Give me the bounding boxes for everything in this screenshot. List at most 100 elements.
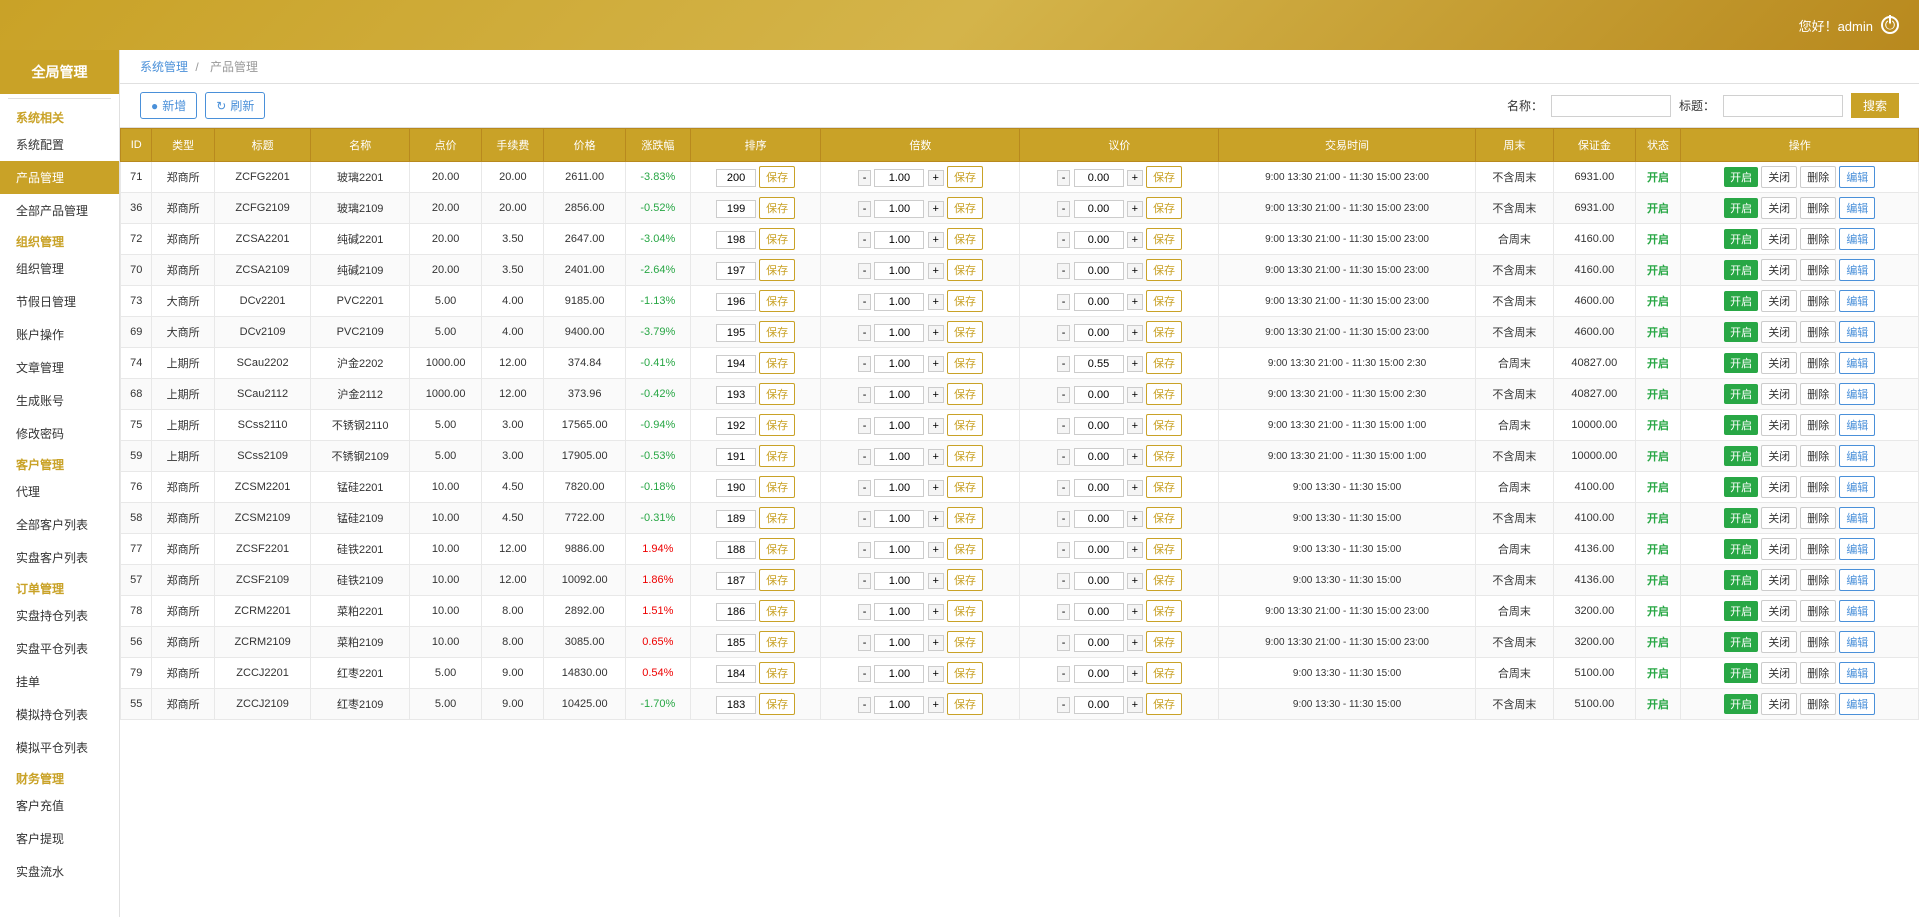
discuss-minus-button[interactable]: - <box>1057 387 1071 403</box>
multi-input[interactable] <box>874 541 924 559</box>
multi-minus-button[interactable]: - <box>858 449 872 465</box>
multi-save-button[interactable]: 保存 <box>947 228 983 250</box>
action-edit-button[interactable]: 编辑 <box>1839 321 1875 343</box>
discuss-save-button[interactable]: 保存 <box>1146 507 1182 529</box>
discuss-save-button[interactable]: 保存 <box>1146 445 1182 467</box>
discuss-plus-button[interactable]: + <box>1127 387 1143 403</box>
sidebar-item-real-closed[interactable]: 实盘平仓列表 <box>0 632 119 665</box>
add-button[interactable]: ● 新增 <box>140 92 197 119</box>
rank-save-button[interactable]: 保存 <box>759 662 795 684</box>
action-open-button[interactable]: 开启 <box>1724 663 1758 683</box>
multi-plus-button[interactable]: + <box>928 232 944 248</box>
action-open-button[interactable]: 开启 <box>1724 446 1758 466</box>
discuss-input[interactable] <box>1074 665 1124 683</box>
action-edit-button[interactable]: 编辑 <box>1839 476 1875 498</box>
discuss-minus-button[interactable]: - <box>1057 356 1071 372</box>
rank-input[interactable] <box>716 386 756 404</box>
multi-save-button[interactable]: 保存 <box>947 445 983 467</box>
action-edit-button[interactable]: 编辑 <box>1839 290 1875 312</box>
action-open-button[interactable]: 开启 <box>1724 167 1758 187</box>
multi-input[interactable] <box>874 262 924 280</box>
action-open-button[interactable]: 开启 <box>1724 570 1758 590</box>
multi-save-button[interactable]: 保存 <box>947 600 983 622</box>
multi-plus-button[interactable]: + <box>928 418 944 434</box>
multi-plus-button[interactable]: + <box>928 604 944 620</box>
discuss-save-button[interactable]: 保存 <box>1146 414 1182 436</box>
multi-plus-button[interactable]: + <box>928 573 944 589</box>
rank-save-button[interactable]: 保存 <box>759 693 795 715</box>
action-delete-button[interactable]: 删除 <box>1800 569 1836 591</box>
discuss-input[interactable] <box>1074 293 1124 311</box>
action-delete-button[interactable]: 删除 <box>1800 476 1836 498</box>
multi-minus-button[interactable]: - <box>858 418 872 434</box>
multi-plus-button[interactable]: + <box>928 635 944 651</box>
multi-save-button[interactable]: 保存 <box>947 352 983 374</box>
rank-save-button[interactable]: 保存 <box>759 507 795 529</box>
multi-minus-button[interactable]: - <box>858 170 872 186</box>
multi-save-button[interactable]: 保存 <box>947 166 983 188</box>
discuss-minus-button[interactable]: - <box>1057 573 1071 589</box>
rank-input[interactable] <box>716 541 756 559</box>
rank-input[interactable] <box>716 200 756 218</box>
rank-input[interactable] <box>716 603 756 621</box>
multi-save-button[interactable]: 保存 <box>947 383 983 405</box>
multi-input[interactable] <box>874 169 924 187</box>
discuss-input[interactable] <box>1074 417 1124 435</box>
discuss-plus-button[interactable]: + <box>1127 480 1143 496</box>
action-edit-button[interactable]: 编辑 <box>1839 197 1875 219</box>
discuss-input[interactable] <box>1074 603 1124 621</box>
discuss-save-button[interactable]: 保存 <box>1146 383 1182 405</box>
discuss-minus-button[interactable]: - <box>1057 263 1071 279</box>
sidebar-item-account-op[interactable]: 账户操作 <box>0 318 119 351</box>
rank-input[interactable] <box>716 355 756 373</box>
action-edit-button[interactable]: 编辑 <box>1839 414 1875 436</box>
multi-plus-button[interactable]: + <box>928 697 944 713</box>
action-close-button[interactable]: 关闭 <box>1761 290 1797 312</box>
multi-save-button[interactable]: 保存 <box>947 476 983 498</box>
discuss-save-button[interactable]: 保存 <box>1146 352 1182 374</box>
multi-save-button[interactable]: 保存 <box>947 290 983 312</box>
multi-minus-button[interactable]: - <box>858 294 872 310</box>
discuss-save-button[interactable]: 保存 <box>1146 631 1182 653</box>
multi-minus-button[interactable]: - <box>858 604 872 620</box>
action-edit-button[interactable]: 编辑 <box>1839 507 1875 529</box>
discuss-save-button[interactable]: 保存 <box>1146 538 1182 560</box>
rank-input[interactable] <box>716 293 756 311</box>
discuss-plus-button[interactable]: + <box>1127 232 1143 248</box>
sidebar-item-real-customer[interactable]: 实盘客户列表 <box>0 541 119 574</box>
sidebar-item-all-product[interactable]: 全部产品管理 <box>0 194 119 227</box>
discuss-input[interactable] <box>1074 479 1124 497</box>
discuss-save-button[interactable]: 保存 <box>1146 569 1182 591</box>
action-open-button[interactable]: 开启 <box>1724 384 1758 404</box>
discuss-input[interactable] <box>1074 355 1124 373</box>
discuss-minus-button[interactable]: - <box>1057 170 1071 186</box>
discuss-plus-button[interactable]: + <box>1127 170 1143 186</box>
rank-input[interactable] <box>716 324 756 342</box>
rank-save-button[interactable]: 保存 <box>759 631 795 653</box>
breadcrumb-system[interactable]: 系统管理 <box>140 60 188 74</box>
rank-input[interactable] <box>716 262 756 280</box>
multi-minus-button[interactable]: - <box>858 201 872 217</box>
multi-input[interactable] <box>874 479 924 497</box>
multi-input[interactable] <box>874 417 924 435</box>
multi-input[interactable] <box>874 231 924 249</box>
discuss-save-button[interactable]: 保存 <box>1146 197 1182 219</box>
rank-save-button[interactable]: 保存 <box>759 197 795 219</box>
discuss-save-button[interactable]: 保存 <box>1146 476 1182 498</box>
multi-plus-button[interactable]: + <box>928 356 944 372</box>
discuss-save-button[interactable]: 保存 <box>1146 228 1182 250</box>
multi-minus-button[interactable]: - <box>858 263 872 279</box>
multi-input[interactable] <box>874 293 924 311</box>
action-open-button[interactable]: 开启 <box>1724 229 1758 249</box>
discuss-input[interactable] <box>1074 696 1124 714</box>
action-edit-button[interactable]: 编辑 <box>1839 693 1875 715</box>
discuss-input[interactable] <box>1074 572 1124 590</box>
discuss-minus-button[interactable]: - <box>1057 542 1071 558</box>
multi-save-button[interactable]: 保存 <box>947 197 983 219</box>
action-open-button[interactable]: 开启 <box>1724 260 1758 280</box>
sidebar-item-real-flow[interactable]: 实盘流水 <box>0 855 119 888</box>
action-close-button[interactable]: 关闭 <box>1761 662 1797 684</box>
rank-save-button[interactable]: 保存 <box>759 445 795 467</box>
discuss-input[interactable] <box>1074 386 1124 404</box>
discuss-plus-button[interactable]: + <box>1127 201 1143 217</box>
